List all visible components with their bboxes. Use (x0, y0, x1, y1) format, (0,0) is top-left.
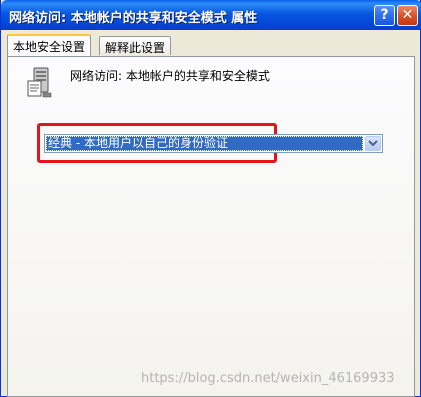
tab-panel: 网络访问: 本地帐户的共享和安全模式 经典 - 本地用户以自己的身份验证 (7, 56, 415, 397)
watermark-text: https://blog.csdn.net/weixin_46169933 (141, 371, 395, 386)
dropdown-selected-value: 经典 - 本地用户以自己的身份验证 (46, 136, 363, 151)
tab-local-security-setting[interactable]: 本地安全设置 (7, 34, 92, 56)
sharing-model-dropdown[interactable]: 经典 - 本地用户以自己的身份验证 (44, 134, 383, 153)
properties-dialog: 网络访问: 本地帐户的共享和安全模式 属性 ? ✕ 本地安全设置 解释此设置 网… (0, 0, 421, 397)
chevron-down-icon[interactable] (365, 136, 381, 151)
window-title: 网络访问: 本地帐户的共享和安全模式 属性 (9, 11, 258, 26)
tab-explain-setting[interactable]: 解释此设置 (99, 36, 172, 55)
close-button[interactable]: ✕ (397, 5, 418, 26)
policy-title: 网络访问: 本地帐户的共享和安全模式 (70, 69, 270, 83)
help-button[interactable]: ? (374, 5, 395, 26)
title-bar[interactable]: 网络访问: 本地帐户的共享和安全模式 属性 ? ✕ (1, 0, 421, 30)
policy-server-icon (26, 67, 54, 99)
